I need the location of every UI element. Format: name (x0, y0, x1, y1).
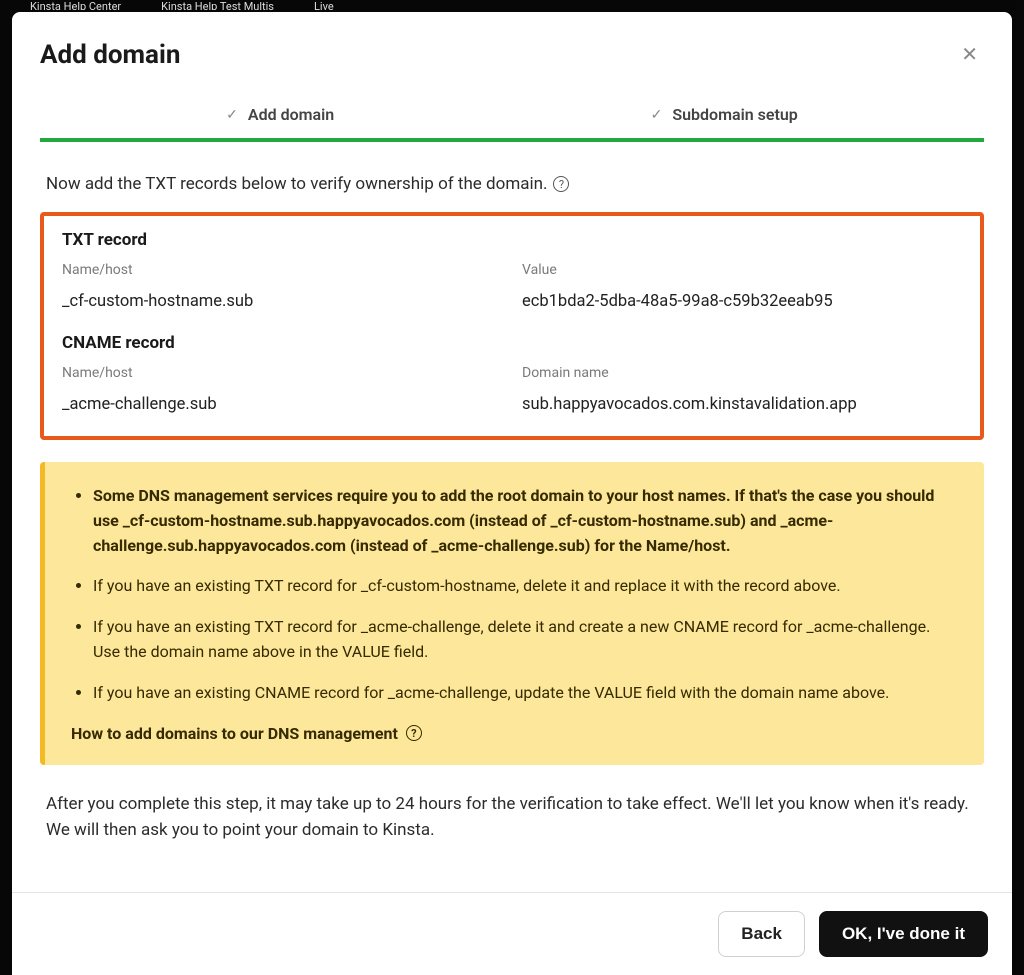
alert-item: If you have an existing CNAME record for… (93, 681, 958, 706)
alert-item: Some DNS management services require you… (93, 484, 958, 558)
dns-warning-alert: Some DNS management services require you… (40, 462, 984, 765)
ok-done-button[interactable]: OK, I've done it (819, 911, 988, 957)
wizard-steps: ✓ Add domain ✓ Subdomain setup (40, 93, 984, 142)
add-domain-modal: Add domain ✕ ✓ Add domain ✓ Subdomain se… (12, 12, 1012, 975)
txt-name-label: Name/host (62, 262, 502, 278)
intro-text: Now add the TXT records below to verify … (46, 174, 984, 194)
alert-item: If you have an existing TXT record for _… (93, 574, 958, 599)
modal-scroll[interactable]: ✓ Add domain ✓ Subdomain setup Now add t… (12, 93, 1012, 892)
step-label: Add domain (248, 105, 334, 124)
cname-record-section: CNAME record Name/host Domain name _acme… (62, 333, 962, 414)
dns-help-link[interactable]: How to add domains to our DNS management… (71, 724, 422, 743)
txt-value-value[interactable]: ecb1bda2-5dba-48a5-99a8-c59b32eeab95 (522, 286, 962, 311)
modal-title: Add domain (40, 40, 180, 70)
close-button[interactable]: ✕ (955, 36, 984, 73)
intro-text-label: Now add the TXT records below to verify … (46, 174, 547, 194)
cname-value-label: Domain name (522, 365, 962, 381)
modal-header: Add domain ✕ (12, 12, 1012, 93)
cname-name-value[interactable]: _acme-challenge.sub (62, 389, 502, 414)
txt-value-label: Value (522, 262, 962, 278)
txt-name-value[interactable]: _cf-custom-hostname.sub (62, 286, 502, 311)
browser-tab-bar: Kinsta Help Center Kinsta Help Test Mult… (0, 0, 1024, 10)
help-icon[interactable]: ? (553, 176, 569, 192)
help-icon: ? (406, 725, 422, 741)
browser-tab: Kinsta Help Test Multis (161, 0, 274, 10)
modal-footer: Back OK, I've done it (12, 892, 1012, 975)
step-label: Subdomain setup (672, 105, 797, 124)
browser-tab: Kinsta Help Center (30, 0, 121, 10)
browser-tab: Live (314, 0, 334, 10)
modal-backdrop: Kinsta Help Center Kinsta Help Test Mult… (0, 0, 1024, 975)
step-subdomain-setup[interactable]: ✓ Subdomain setup (651, 93, 798, 138)
check-icon: ✓ (226, 107, 238, 123)
cname-record-title: CNAME record (62, 333, 962, 353)
modal-content: Now add the TXT records below to verify … (12, 142, 1012, 863)
back-button[interactable]: Back (718, 911, 805, 957)
txt-record-section: TXT record Name/host Value _cf-custom-ho… (62, 230, 962, 311)
alert-item: If you have an existing TXT record for _… (93, 615, 958, 665)
dns-help-link-label: How to add domains to our DNS management (71, 724, 398, 743)
close-icon: ✕ (961, 44, 978, 66)
step-add-domain[interactable]: ✓ Add domain (226, 93, 334, 138)
cname-value-value[interactable]: sub.happyavocados.com.kinstavalidation.a… (522, 389, 962, 414)
dns-records-highlight: TXT record Name/host Value _cf-custom-ho… (40, 212, 984, 440)
check-icon: ✓ (651, 107, 663, 123)
txt-record-title: TXT record (62, 230, 962, 250)
outro-text: After you complete this step, it may tak… (40, 791, 984, 844)
cname-name-label: Name/host (62, 365, 502, 381)
